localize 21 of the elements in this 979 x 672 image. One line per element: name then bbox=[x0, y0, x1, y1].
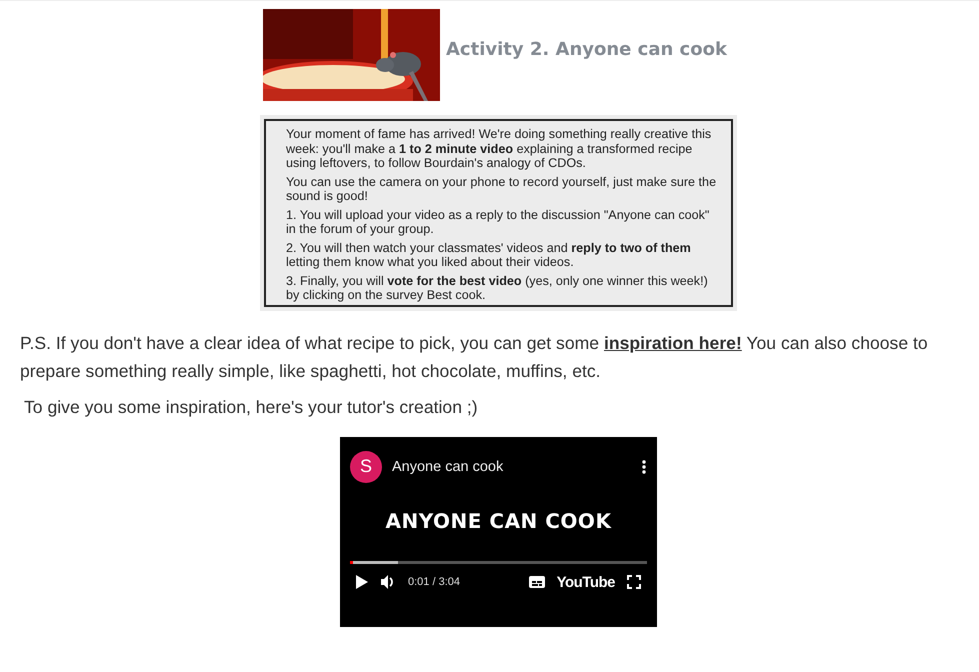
instruction-paragraph: 3. Finally, you will vote for the best video (yes, only one winner this week!) by clicking on the survey Best cook. bbox=[286, 274, 709, 302]
instruction-paragraph: You can use the camera on your phone to record yourself, just make sure the sound is good! bbox=[286, 174, 717, 204]
ps-paragraph: P.S. If you don't have a clear idea of what recipe to pick, you can get some inspiration here! You can also choose to prepare something really simple, like spaghetti, hot chocolate, muffins, etc. bbox=[20, 332, 929, 383]
captions-icon[interactable] bbox=[528, 576, 545, 588]
video-frame-text: ANYONE CAN COOK bbox=[384, 508, 612, 532]
more-icon[interactable] bbox=[641, 458, 647, 474]
volume-icon[interactable] bbox=[380, 574, 396, 590]
play-icon[interactable] bbox=[356, 575, 368, 589]
video-player[interactable]: S Anyone can cook ANYONE CAN COOK 0:01 / 3:04 YouTube bbox=[340, 436, 657, 626]
video-time: 0:01 / 3:04 bbox=[408, 576, 461, 588]
instruction-paragraph: 2. You will then watch your classmates' videos and reply to two of them letting them know what you liked about their videos. bbox=[286, 240, 692, 270]
instruction-paragraph: 1. You will upload your video as a reply to the discussion "Anyone can cook" in the forum of your group. bbox=[286, 208, 710, 236]
intro-text: To give you some inspiration, here's your tutor's creation ;) bbox=[24, 396, 479, 419]
progress-bar[interactable] bbox=[350, 560, 647, 564]
activity-title: Activity 2. Anyone can cook bbox=[446, 38, 727, 60]
inspiration-link[interactable]: inspiration here! bbox=[604, 332, 742, 352]
instruction-paragraph: Your moment of fame has arrived! We're doing something really creative this week: you'll make a 1 to 2 minute video explaining a transformed recipe using leftovers, to follow Bourdain's analogy of CDOs. bbox=[286, 127, 712, 170]
channel-avatar[interactable]: S bbox=[350, 450, 382, 482]
fullscreen-icon[interactable] bbox=[627, 575, 641, 589]
youtube-logo[interactable]: YouTube bbox=[556, 574, 615, 590]
video-title[interactable]: Anyone can cook bbox=[392, 458, 631, 474]
